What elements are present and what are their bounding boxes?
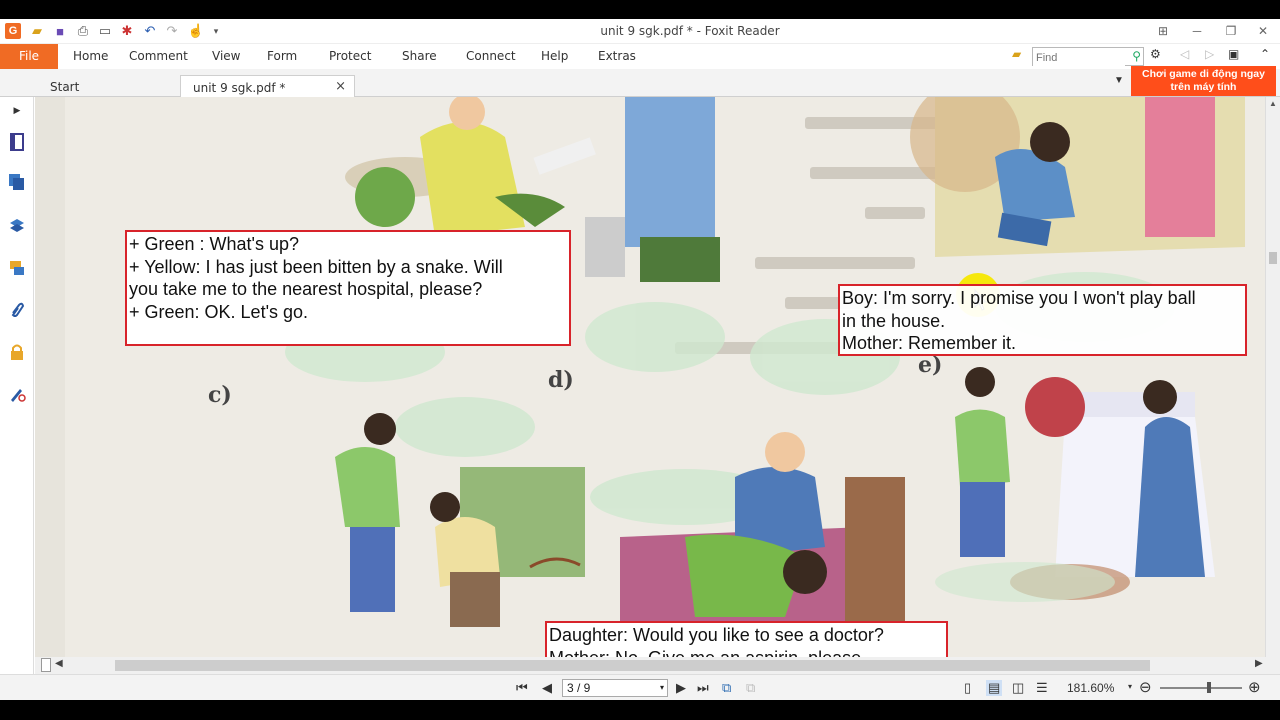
find-input[interactable] [1033,49,1125,67]
collapse-ribbon-icon[interactable]: ⌃ [1260,47,1270,61]
thumbnails-icon[interactable] [6,171,28,193]
callout-b-line-1: Boy: I'm sorry. I promise you I won't pl… [842,288,1196,308]
restore-button[interactable]: ❐ [1220,22,1242,40]
file-tab[interactable]: File [0,44,58,69]
callout-dialogue-c[interactable]: Daughter: Would you like to see a doctor… [545,621,948,657]
forward-arrow-icon[interactable]: ▷ [1205,47,1214,61]
scroll-right-icon[interactable]: ▶ [1255,658,1263,669]
vertical-scrollbar[interactable]: ▲ [1265,97,1280,657]
search-icon[interactable]: ⚲ [1132,49,1141,63]
lock-icon[interactable] [6,341,28,363]
status-bar: ⏮ ◀ 3 / 9 ▾ ▶ ⏭ ⧉ ⧉ ▯ ▤ ◫ ☰ 181.60% ▾ ⊖ … [0,674,1280,700]
settings-gear-icon[interactable]: ⚙ [1150,47,1161,61]
tab-list-dropdown-icon[interactable]: ▼ [1114,75,1124,86]
close-tab-icon[interactable]: × [335,79,346,94]
close-window-button[interactable]: ✕ [1252,22,1274,40]
tab-extras[interactable]: Extras [598,49,636,63]
ad-banner[interactable]: Chơi game di động ngay trên máy tính [1131,66,1276,96]
tab-start[interactable]: Start [40,75,180,97]
continuous-facing-icon[interactable]: ☰ [1036,680,1048,696]
top-letterbox [0,0,1280,19]
callout-dialogue-b[interactable]: Boy: I'm sorry. I promise you I won't pl… [838,284,1247,356]
next-view-icon[interactable]: ⧉ [746,680,755,696]
left-navigation-panel: ▶ [0,97,34,677]
callout-c-line-2: Mother: No. Give me an aspirin, please. [549,647,944,658]
document-tabs: Start unit 9 sgk.pdf * × ▼ [0,69,1280,97]
last-page-icon[interactable]: ⏭ [697,680,709,696]
bottom-letterbox [0,700,1280,720]
tab-help[interactable]: Help [541,49,568,63]
page-number-field[interactable]: 3 / 9 ▾ [562,679,668,697]
find-folder-icon[interactable]: ▰ [1012,47,1021,61]
previous-view-icon[interactable]: ⧉ [722,680,731,696]
scroll-corner [41,658,51,672]
callout-a-line-1: + Green : What's up? [129,234,300,254]
minimize-button[interactable]: ─ [1186,22,1208,40]
document-view[interactable]: c) d) e) + Green : What's up? + Yellow: … [35,97,1265,657]
zoom-dropdown-icon[interactable]: ▾ [1128,682,1132,691]
scroll-up-icon[interactable]: ▲ [1269,99,1277,108]
tab-label: unit 9 sgk.pdf * [193,81,286,95]
callout-b-line-3: Mother: Remember it. [842,333,1017,353]
tab-connect[interactable]: Connect [466,49,516,63]
continuous-page-icon[interactable]: ▤ [986,680,1003,696]
tab-view[interactable]: View [212,49,240,63]
callout-a-line-3: you take me to the nearest hospital, ple… [129,279,483,299]
attachment-icon[interactable] [6,299,28,321]
page-illustrations [285,97,1245,627]
zoom-slider[interactable] [1160,682,1242,693]
callout-a-line-4: + Green: OK. Let's go. [129,301,309,322]
back-arrow-icon[interactable]: ◁ [1180,47,1189,61]
expand-panel-icon[interactable]: ▶ [6,99,28,121]
ad-line-1: Chơi game di động ngay [1142,68,1265,80]
zoom-slider-knob[interactable] [1207,682,1211,693]
tab-comment[interactable]: Comment [129,49,188,63]
zoom-in-icon[interactable]: ⊕ [1248,678,1261,696]
single-page-icon[interactable]: ▯ [964,680,971,696]
grid-icon[interactable]: ⊞ [1152,22,1174,40]
layers-icon[interactable] [6,215,28,237]
page-dropdown-icon[interactable]: ▾ [660,680,664,696]
label-d: d) [548,367,574,393]
scroll-left-icon[interactable]: ◀ [55,658,63,669]
tab-protect[interactable]: Protect [329,49,371,63]
callout-a-line-2: + Yellow: I has just been bitten by a sn… [129,256,503,277]
page-number-value: 3 / 9 [567,681,591,695]
first-page-icon[interactable]: ⏮ [516,680,528,696]
callout-b-line-2: in the house. [842,310,946,331]
comments-icon[interactable] [6,257,28,279]
window-title: unit 9 sgk.pdf * - Foxit Reader [600,24,780,38]
user-icon[interactable]: ▣ [1228,47,1239,61]
horizontal-scroll-thumb[interactable] [115,660,1150,671]
previous-page-icon[interactable]: ◀ [542,680,552,696]
title-bar: G ▰ ■ ⎙ ▭ ✱ ↶ ↷ ☝ ▾ unit 9 sgk.pdf * - F… [0,19,1280,44]
horizontal-scrollbar[interactable]: ◀ ▶ [35,657,1280,674]
pdf-page: c) d) e) + Green : What's up? + Yellow: … [65,97,1265,657]
tab-unit9-pdf[interactable]: unit 9 sgk.pdf * × [180,75,355,97]
tab-home[interactable]: Home [73,49,108,63]
zoom-out-icon[interactable]: ⊖ [1139,678,1152,696]
ad-line-2: trên máy tính [1170,81,1237,93]
tab-share[interactable]: Share [402,49,437,63]
foxit-reader-window: G ▰ ■ ⎙ ▭ ✱ ↶ ↷ ☝ ▾ unit 9 sgk.pdf * - F… [0,0,1280,720]
tab-form[interactable]: Form [267,49,297,63]
facing-page-icon[interactable]: ◫ [1012,680,1024,696]
label-c: c) [208,382,232,408]
signature-icon[interactable] [6,383,28,405]
ribbon-menu: File Home Comment View Form Protect Shar… [0,44,1280,69]
find-field[interactable]: ⚲ [1032,47,1144,67]
vertical-scroll-thumb[interactable] [1269,252,1277,264]
callout-c-line-1: Daughter: Would you like to see a doctor… [549,625,884,645]
page-icon[interactable] [6,131,28,153]
next-page-icon[interactable]: ▶ [676,680,686,696]
zoom-level[interactable]: 181.60% [1067,681,1114,695]
callout-dialogue-a[interactable]: + Green : What's up? + Yellow: I has jus… [125,230,571,346]
